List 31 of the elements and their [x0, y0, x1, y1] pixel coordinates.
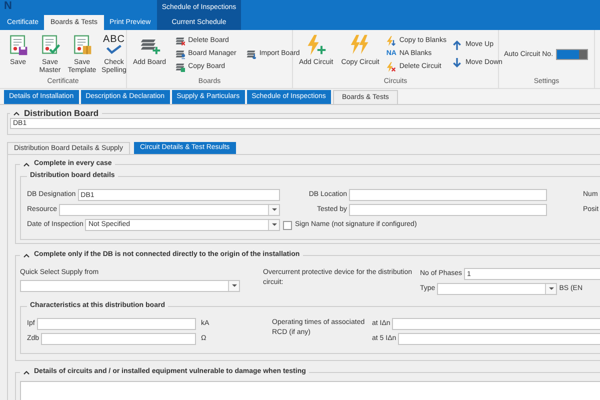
certificate-check-icon: [39, 34, 61, 56]
dropdown-field[interactable]: [20, 280, 240, 292]
text-area[interactable]: [20, 381, 600, 400]
lightning-plus-icon: [305, 34, 328, 56]
board-stack-person-icon: [175, 48, 186, 58]
checkmark-icon: [105, 45, 123, 54]
text-field[interactable]: [349, 204, 547, 216]
collapse-chevron-icon[interactable]: [23, 162, 30, 166]
dropdown-field[interactable]: [58, 204, 280, 216]
checkbox[interactable]: [283, 220, 292, 230]
dropdown-field[interactable]: [437, 283, 558, 295]
board-stack-icon: [175, 62, 186, 72]
text-field[interactable]: [398, 333, 600, 345]
text-field[interactable]: [349, 189, 547, 201]
text-field[interactable]: [392, 318, 600, 330]
lightning-cross-icon: [386, 62, 396, 72]
text-field[interactable]: [41, 333, 196, 345]
arrow-down-icon: [452, 58, 462, 68]
app-logo: N: [4, 0, 12, 13]
collapse-chevron-icon[interactable]: [23, 252, 30, 258]
arrow-up-icon: [452, 40, 462, 50]
board-stack-cross-icon: [175, 36, 186, 46]
toggle-switch[interactable]: [556, 49, 588, 60]
collapse-chevron-icon[interactable]: [23, 370, 30, 374]
collapse-chevron-icon[interactable]: [13, 110, 20, 116]
certificate-floppy-icon: [7, 34, 29, 56]
board-stack-arrow-icon: [246, 48, 256, 58]
certificate-box-icon: [71, 34, 93, 56]
text-field[interactable]: [36, 318, 196, 330]
section-title: Distribution Board: [24, 108, 99, 118]
lightning-arrow-icon: [386, 36, 396, 46]
